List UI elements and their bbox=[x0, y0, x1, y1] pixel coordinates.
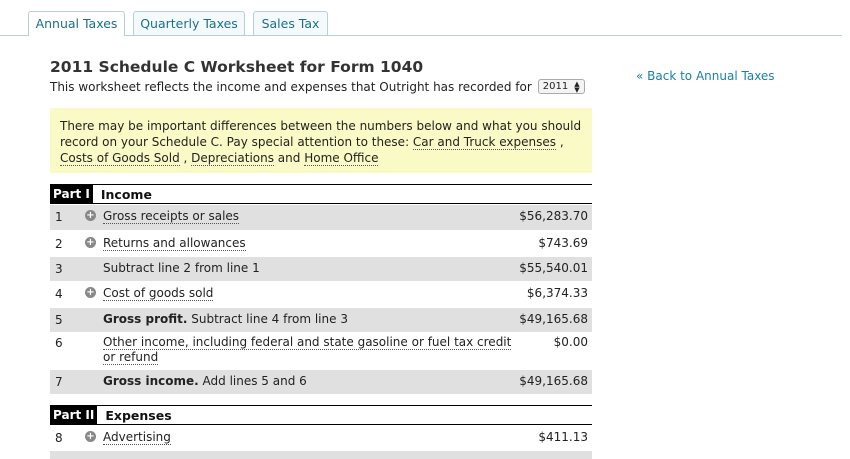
line-number: 8 bbox=[55, 431, 63, 445]
line-description-link[interactable]: Advertising bbox=[103, 430, 171, 445]
part-label: Part II bbox=[50, 405, 98, 425]
plus-circle-icon[interactable]: + bbox=[85, 210, 96, 221]
part-header-expenses: Part II Expenses bbox=[50, 405, 592, 425]
part-label: Part I bbox=[50, 184, 93, 204]
year-select[interactable]: 2011 ▲ ▼ bbox=[537, 79, 585, 94]
line-amount: $0.00 bbox=[553, 335, 588, 349]
line-description[interactable]: Returns and allowances bbox=[103, 236, 518, 251]
line-description[interactable]: Cost of goods sold bbox=[103, 286, 518, 301]
tab-annual-taxes[interactable]: Annual Taxes bbox=[28, 11, 125, 36]
page-subtitle: This worksheet reflects the income and e… bbox=[50, 79, 585, 94]
table-row: 2 + Returns and allowances $743.69 bbox=[50, 232, 592, 257]
part-title: Expenses bbox=[105, 407, 172, 423]
back-to-annual-taxes-link[interactable]: « Back to Annual Taxes bbox=[636, 69, 775, 83]
tab-bar-divider bbox=[0, 35, 842, 36]
table-row: 1 + Gross receipts or sales $56,283.70 bbox=[50, 205, 592, 230]
notice-separator: , bbox=[179, 151, 192, 165]
line-description-link[interactable]: Returns and allowances bbox=[103, 236, 246, 251]
line-amount: $6,374.33 bbox=[526, 286, 588, 300]
table-row bbox=[50, 451, 592, 459]
page-title: 2011 Schedule C Worksheet for Form 1040 bbox=[50, 58, 424, 76]
part-title: Income bbox=[100, 186, 152, 202]
line-number: 3 bbox=[55, 262, 63, 276]
plus-circle-icon[interactable]: + bbox=[85, 287, 96, 298]
line-description[interactable]: Gross receipts or sales bbox=[103, 209, 518, 224]
line-number: 7 bbox=[55, 375, 63, 389]
line-description: Gross income. Add lines 5 and 6 bbox=[103, 374, 518, 389]
home-office-link[interactable]: Home Office bbox=[304, 151, 379, 166]
line-amount: $49,165.68 bbox=[519, 312, 588, 326]
line-amount: $49,165.68 bbox=[519, 374, 588, 388]
car-truck-expenses-link[interactable]: Car and Truck expenses bbox=[412, 135, 557, 150]
line-amount: $56,283.70 bbox=[519, 209, 588, 223]
table-row: 5 Gross profit. Subtract line 4 from lin… bbox=[50, 308, 592, 332]
plus-circle-icon[interactable]: + bbox=[85, 431, 96, 442]
line-amount: $743.69 bbox=[538, 236, 588, 250]
line-number: 4 bbox=[55, 287, 63, 301]
line-number: 2 bbox=[55, 237, 63, 251]
tab-quarterly-taxes[interactable]: Quarterly Taxes bbox=[133, 11, 245, 35]
table-row: 6 Other income, including federal and st… bbox=[50, 331, 592, 371]
line-description: Subtract line 2 from line 1 bbox=[103, 261, 260, 275]
plus-circle-icon[interactable]: + bbox=[85, 237, 96, 248]
table-row: 7 Gross income. Add lines 5 and 6 $49,16… bbox=[50, 370, 592, 394]
tab-bar: Annual Taxes Quarterly Taxes Sales Tax bbox=[0, 0, 850, 36]
line-number: 6 bbox=[55, 336, 63, 350]
table-row: 4 + Cost of goods sold $6,374.33 bbox=[50, 282, 592, 308]
table-row: 8 + Advertising $411.13 bbox=[50, 426, 592, 451]
notice-separator: and bbox=[273, 151, 305, 165]
line-description-text: Subtract line 4 from line 3 bbox=[187, 312, 348, 326]
part-header-income: Part I Income bbox=[50, 184, 592, 204]
up-down-arrows-icon: ▲ ▼ bbox=[574, 79, 580, 94]
line-amount: $55,540.01 bbox=[519, 261, 588, 275]
line-description-link[interactable]: Other income, including federal and stat… bbox=[103, 335, 512, 365]
line-description-text: Add lines 5 and 6 bbox=[198, 374, 307, 388]
line-description-bold: Gross income. bbox=[103, 374, 199, 388]
subtitle-text: This worksheet reflects the income and e… bbox=[50, 79, 532, 94]
line-number: 1 bbox=[55, 210, 63, 224]
table-row: 3 Subtract line 2 from line 1 $55,540.01 bbox=[50, 257, 592, 281]
year-select-value: 2011 bbox=[542, 81, 569, 92]
notice-separator: , bbox=[556, 135, 564, 149]
line-amount: $411.13 bbox=[538, 430, 588, 444]
notice-box: There may be important differences betwe… bbox=[50, 108, 592, 173]
depreciations-link[interactable]: Depreciations bbox=[191, 151, 274, 166]
tab-sales-tax[interactable]: Sales Tax bbox=[253, 11, 328, 35]
line-description-bold: Gross profit. bbox=[103, 312, 188, 326]
line-description-link[interactable]: Cost of goods sold bbox=[103, 286, 214, 301]
costs-of-goods-sold-link[interactable]: Costs of Goods Sold bbox=[60, 151, 180, 166]
line-description[interactable]: Other income, including federal and stat… bbox=[103, 335, 518, 365]
line-description[interactable]: Advertising bbox=[103, 430, 518, 445]
line-description-link[interactable]: Gross receipts or sales bbox=[103, 209, 240, 224]
line-description: Gross profit. Subtract line 4 from line … bbox=[103, 312, 518, 327]
line-number: 5 bbox=[55, 313, 63, 327]
